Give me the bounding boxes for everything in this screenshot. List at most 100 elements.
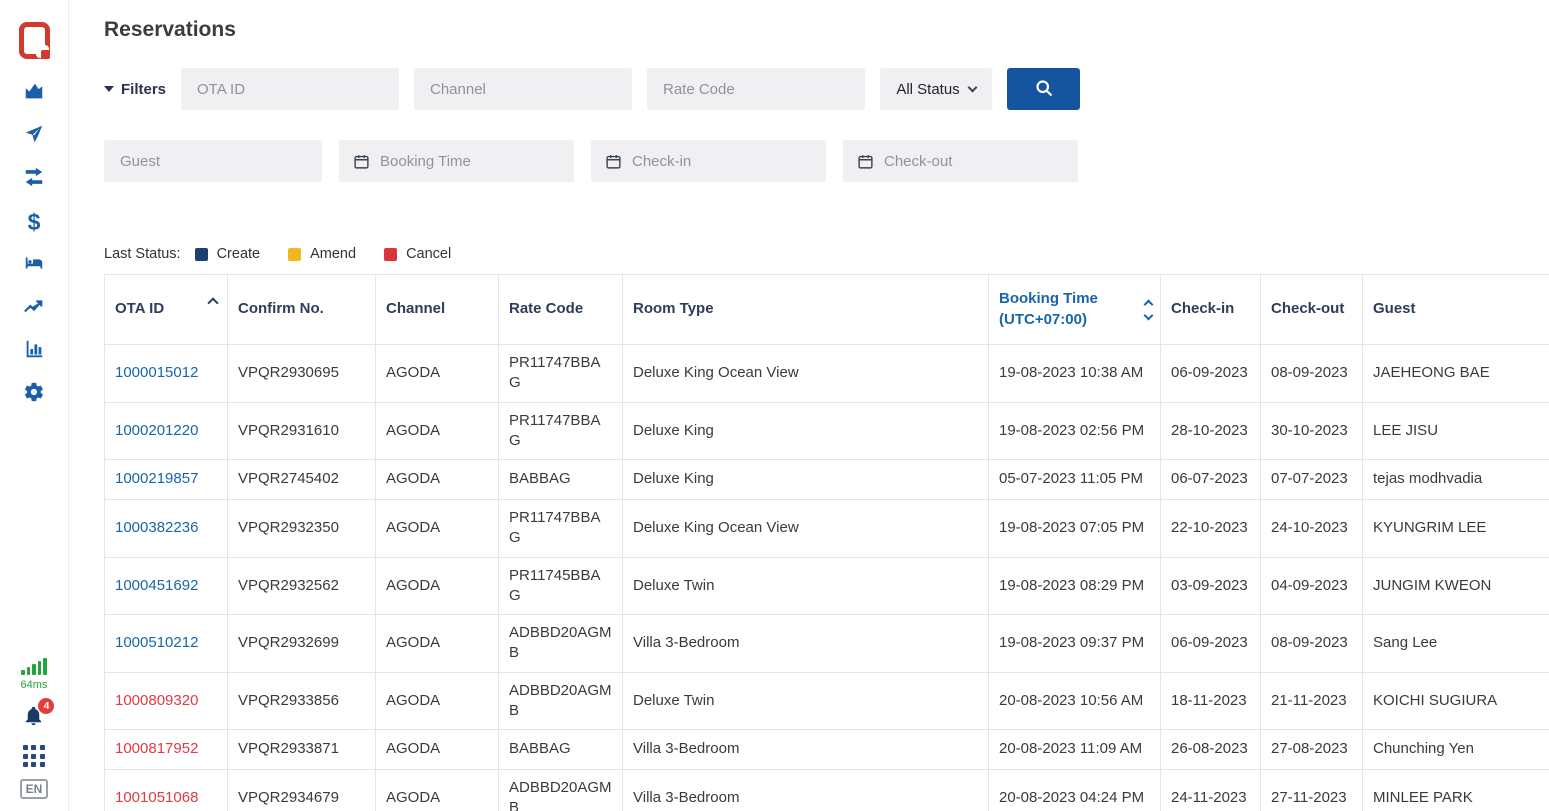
notifications-button[interactable]: 4: [22, 705, 45, 733]
sidebar-item-finance[interactable]: $: [22, 210, 46, 234]
guest-cell: Sang Lee: [1363, 615, 1549, 673]
check-in-cell: 06-09-2023: [1161, 345, 1261, 403]
booking-time-cell: 19-08-2023 08:29 PM: [989, 557, 1161, 615]
booking-time-cell: 20-08-2023 04:24 PM: [989, 770, 1161, 811]
header-check-out: Check-out: [1261, 275, 1363, 345]
check-out-cell: 30-10-2023: [1261, 402, 1363, 460]
header-booking-time[interactable]: Booking Time (UTC+07:00): [989, 275, 1161, 345]
rate-code-cell: ADBBD20AGMB: [499, 770, 623, 811]
guest-cell: KOICHI SUGIURA: [1363, 672, 1549, 730]
check-in-cell: 18-11-2023: [1161, 672, 1261, 730]
legend-item-label: Cancel: [406, 246, 451, 262]
header-confirm-no: Confirm No.: [228, 275, 376, 345]
app-logo[interactable]: [19, 22, 50, 59]
check-in-cell: 06-07-2023: [1161, 460, 1261, 500]
ota-id-link[interactable]: 1001051068: [115, 789, 198, 806]
ota-id-cell: 1000817952: [105, 730, 228, 770]
ota-id-link[interactable]: 1000451692: [115, 577, 198, 594]
search-icon: [1034, 78, 1054, 101]
bell-icon: [22, 715, 45, 732]
filters-toggle-label: Filters: [121, 81, 166, 98]
caret-down-icon: [104, 86, 114, 92]
transfer-arrows-icon: [23, 166, 45, 193]
check-in-picker[interactable]: Check-in: [591, 140, 826, 182]
filters-toggle[interactable]: Filters: [104, 81, 181, 98]
booking-time-picker[interactable]: Booking Time: [339, 140, 574, 182]
header-ota-id[interactable]: OTA ID: [105, 275, 228, 345]
notification-badge: 4: [38, 698, 54, 714]
sort-both-icon[interactable]: [1145, 301, 1152, 319]
bar-chart-icon: [23, 338, 45, 365]
ota-id-link[interactable]: 1000510212: [115, 634, 198, 651]
reservations-table-body: 1000015012VPQR2930695AGODAPR11747BBAGDel…: [105, 345, 1549, 811]
rate-code-cell: BABBAG: [499, 460, 623, 500]
sidebar-item-reports[interactable]: [22, 339, 46, 363]
room-type-cell: Villa 3-Bedroom: [623, 730, 989, 770]
channel-cell: AGODA: [376, 672, 499, 730]
send-icon: [23, 123, 45, 150]
network-signal-icon: [21, 657, 47, 675]
page-title: Reservations: [104, 18, 1549, 42]
sidebar-item-rooms[interactable]: [22, 253, 46, 277]
sidebar-item-trends[interactable]: [22, 296, 46, 320]
rate-code-cell: PR11747BBAG: [499, 500, 623, 558]
reservations-table: OTA ID Confirm No. Channel Rate Code Roo…: [104, 274, 1549, 811]
table-row: 1000510212VPQR2932699AGODAADBBD20AGMBVil…: [105, 615, 1549, 673]
ota-id-input[interactable]: [181, 68, 399, 110]
dollar-icon: $: [28, 211, 41, 234]
search-button[interactable]: [1007, 68, 1080, 110]
legend-item-label: Create: [217, 246, 261, 262]
channel-cell: AGODA: [376, 615, 499, 673]
status-legend: Last Status: Create Amend Cancel: [104, 246, 1549, 262]
ota-id-cell: 1000510212: [105, 615, 228, 673]
check-in-cell: 22-10-2023: [1161, 500, 1261, 558]
booking-time-cell: 19-08-2023 10:38 AM: [989, 345, 1161, 403]
apps-grid-button[interactable]: [23, 745, 45, 767]
room-type-cell: Deluxe King: [623, 460, 989, 500]
rate-code-cell: ADBBD20AGMB: [499, 615, 623, 673]
language-switcher[interactable]: EN: [20, 779, 49, 799]
confirm-no-cell: VPQR2930695: [228, 345, 376, 403]
status-select[interactable]: All Status: [880, 68, 992, 110]
guest-cell: JAEHEONG BAE: [1363, 345, 1549, 403]
room-type-cell: Deluxe Twin: [623, 557, 989, 615]
ota-id-link[interactable]: 1000817952: [115, 740, 198, 757]
sidebar-item-dashboard[interactable]: [22, 81, 46, 105]
check-out-cell: 08-09-2023: [1261, 615, 1363, 673]
sidebar-nav: $: [22, 81, 46, 406]
create-color-swatch: [195, 248, 208, 261]
ota-id-link[interactable]: 1000809320: [115, 692, 198, 709]
table-row: 1000382236VPQR2932350AGODAPR11747BBAGDel…: [105, 500, 1549, 558]
channel-cell: AGODA: [376, 770, 499, 811]
header-guest: Guest: [1363, 275, 1549, 345]
table-row: 1000817952VPQR2933871AGODABABBAGVilla 3-…: [105, 730, 1549, 770]
ota-id-link[interactable]: 1000219857: [115, 470, 198, 487]
ota-id-cell: 1000201220: [105, 402, 228, 460]
check-out-picker[interactable]: Check-out: [843, 140, 1078, 182]
sidebar-bottom: 64ms 4 EN: [20, 657, 49, 799]
sidebar-item-distribution[interactable]: [22, 124, 46, 148]
guest-cell: JUNGIM KWEON: [1363, 557, 1549, 615]
bed-icon: [23, 252, 45, 279]
table-header-row: OTA ID Confirm No. Channel Rate Code Roo…: [105, 275, 1549, 345]
rate-code-cell: BABBAG: [499, 730, 623, 770]
ota-id-cell: 1000382236: [105, 500, 228, 558]
logo-dot: [41, 50, 50, 59]
ota-id-link[interactable]: 1000382236: [115, 519, 198, 536]
filters-row-1: Filters All Status: [104, 68, 1549, 110]
calendar-icon: [605, 153, 622, 170]
ota-id-link[interactable]: 1000201220: [115, 422, 198, 439]
rate-code-input[interactable]: [647, 68, 865, 110]
sidebar-item-transfers[interactable]: [22, 167, 46, 191]
confirm-no-cell: VPQR2932562: [228, 557, 376, 615]
channel-input[interactable]: [414, 68, 632, 110]
latency-value: 64ms: [21, 679, 48, 691]
check-in-cell: 26-08-2023: [1161, 730, 1261, 770]
ota-id-link[interactable]: 1000015012: [115, 364, 198, 381]
sidebar-item-settings[interactable]: [22, 382, 46, 406]
sort-asc-icon[interactable]: [207, 297, 218, 308]
check-out-cell: 08-09-2023: [1261, 345, 1363, 403]
guest-input[interactable]: [104, 140, 322, 182]
channel-cell: AGODA: [376, 500, 499, 558]
guest-cell: tejas modhvadia: [1363, 460, 1549, 500]
